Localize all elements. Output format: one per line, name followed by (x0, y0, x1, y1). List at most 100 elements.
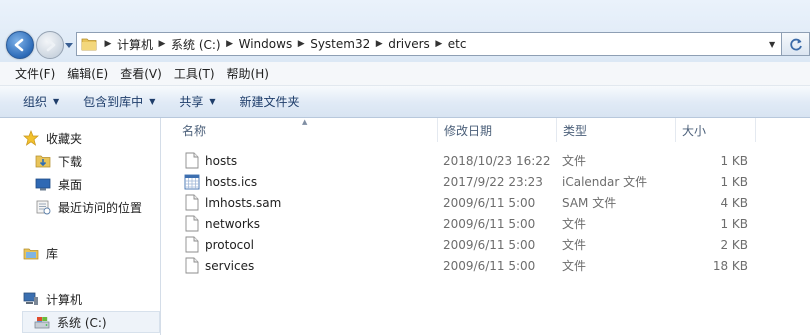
nav-item-label: 计算机 (46, 292, 83, 307)
file-date: 2009/6/11 5:00 (443, 195, 536, 210)
address-bar[interactable]: ▶ 计算机 ▶ 系统 (C:) ▶ Windows ▶ System32 ▶ d… (76, 32, 782, 56)
file-size: 18 KB (712, 258, 748, 273)
breadcrumb-separator-icon[interactable]: ▶ (294, 39, 308, 49)
file-size: 1 KB (720, 153, 748, 168)
column-header-label: 修改日期 (444, 123, 493, 138)
file-type: iCalendar 文件 (562, 175, 648, 189)
file-size: 1 KB (720, 216, 748, 231)
command-bar: 组织 ▼ 包含到库中 ▼ 共享 ▼ 新建文件夹 (0, 86, 810, 118)
forward-button[interactable] (36, 31, 64, 59)
file-name-cell: networks (184, 213, 260, 234)
menu-edit[interactable]: 编辑(E) (62, 65, 113, 82)
file-date: 2009/6/11 5:00 (443, 237, 536, 252)
file-name: services (205, 258, 255, 273)
nav-item-system-drive[interactable]: 系统 (C:) (22, 311, 160, 333)
breadcrumb-etc[interactable]: etc (446, 37, 469, 51)
share-label: 共享 (179, 95, 204, 109)
menu-help[interactable]: 帮助(H) (222, 65, 274, 82)
breadcrumb-drivers[interactable]: drivers (386, 37, 432, 51)
menu-file[interactable]: 文件(F) (10, 65, 60, 82)
calendar-file-icon (184, 174, 200, 190)
file-date: 2009/6/11 5:00 (443, 216, 536, 231)
breadcrumb-separator-icon[interactable]: ▶ (432, 39, 446, 49)
nav-item-label: 下载 (58, 154, 83, 169)
navigation-pane: 收藏夹 下载 桌面 最近访问的位置 库 计算机 系统 (C:) (0, 118, 161, 335)
breadcrumb-separator-icon[interactable]: ▶ (155, 39, 169, 49)
file-date: 2018/10/23 16:22 (443, 153, 551, 168)
share-button[interactable]: 共享 ▼ (171, 93, 223, 110)
file-icon (185, 194, 199, 211)
nav-item-label: 库 (46, 246, 59, 261)
menu-view[interactable]: 查看(V) (115, 65, 167, 82)
back-button[interactable] (6, 31, 34, 59)
table-row[interactable]: hosts.ics 2017/9/22 23:23 iCalendar 文件 1… (162, 171, 810, 192)
file-name: protocol (205, 237, 254, 252)
table-row[interactable]: lmhosts.sam 2009/6/11 5:00 SAM 文件 4 KB (162, 192, 810, 213)
file-icon (185, 236, 199, 253)
column-header-label: 名称 (182, 123, 207, 138)
file-name: hosts (205, 153, 238, 168)
drive-icon (33, 314, 51, 330)
table-row[interactable]: protocol 2009/6/11 5:00 文件 2 KB (162, 234, 810, 255)
file-name-cell: lmhosts.sam (184, 192, 281, 213)
breadcrumb-separator-icon[interactable]: ▶ (223, 39, 237, 49)
breadcrumb-computer[interactable]: 计算机 (115, 36, 155, 53)
file-size: 1 KB (720, 174, 748, 189)
file-name: hosts.ics (205, 174, 258, 189)
file-type: 文件 (562, 217, 587, 231)
table-row[interactable]: hosts 2018/10/23 16:22 文件 1 KB (162, 150, 810, 171)
recent-pages-dropdown-icon[interactable] (64, 40, 74, 50)
menu-tools[interactable]: 工具(T) (169, 65, 220, 82)
downloads-folder-icon (34, 153, 52, 169)
file-size: 4 KB (720, 195, 748, 210)
refresh-icon (790, 38, 802, 51)
file-size: 2 KB (720, 237, 748, 252)
refresh-button[interactable] (782, 32, 810, 56)
nav-item-label: 系统 (C:) (57, 315, 107, 330)
file-type: 文件 (562, 238, 587, 252)
file-icon (185, 215, 199, 232)
file-date: 2017/9/22 23:23 (443, 174, 543, 189)
recent-places-icon (34, 199, 52, 215)
column-header-date-modified[interactable]: 修改日期 (438, 118, 557, 142)
column-header-name[interactable]: 名称 (176, 118, 438, 142)
breadcrumb-separator-icon[interactable]: ▶ (372, 39, 386, 49)
breadcrumb-separator-icon[interactable]: ▶ (101, 39, 115, 49)
file-name-cell: hosts.ics (184, 171, 257, 192)
address-toolbar: ▶ 计算机 ▶ 系统 (C:) ▶ Windows ▶ System32 ▶ d… (0, 0, 810, 62)
table-row[interactable]: services 2009/6/11 5:00 文件 18 KB (162, 255, 810, 276)
breadcrumb-system32[interactable]: System32 (308, 37, 372, 51)
new-folder-button[interactable]: 新建文件夹 (232, 93, 308, 110)
nav-item-computer[interactable]: 计算机 (22, 288, 182, 310)
menu-bar: 文件(F) 编辑(E) 查看(V) 工具(T) 帮助(H) (0, 62, 810, 86)
breadcrumb: ▶ 计算机 ▶ 系统 (C:) ▶ Windows ▶ System32 ▶ d… (101, 36, 468, 53)
file-type: SAM 文件 (562, 196, 617, 210)
file-date: 2009/6/11 5:00 (443, 258, 536, 273)
file-name-cell: hosts (184, 150, 237, 171)
table-row[interactable]: networks 2009/6/11 5:00 文件 1 KB (162, 213, 810, 234)
file-name-cell: protocol (184, 234, 254, 255)
nav-item-favorites[interactable]: 收藏夹 (22, 127, 182, 149)
file-name: networks (205, 216, 260, 231)
column-header-type[interactable]: 类型 (557, 118, 676, 142)
file-list: ▲ 名称 修改日期 类型 大小 hosts 2018/10/23 16:22 文… (162, 118, 810, 335)
column-header-size[interactable]: 大小 (676, 118, 756, 142)
folder-icon (81, 38, 97, 51)
back-arrow-icon (14, 38, 24, 52)
organize-button[interactable]: 组织 ▼ (15, 93, 67, 110)
computer-icon (22, 291, 40, 307)
chevron-down-icon: ▼ (149, 97, 156, 106)
nav-item-label: 桌面 (58, 177, 83, 192)
file-icon (185, 152, 199, 169)
breadcrumb-windows[interactable]: Windows (237, 37, 295, 51)
nav-item-libraries[interactable]: 库 (22, 242, 182, 264)
file-type: 文件 (562, 154, 587, 168)
file-name-cell: services (184, 255, 254, 276)
chevron-down-icon: ▼ (209, 97, 216, 106)
address-dropdown-icon[interactable]: ▼ (769, 40, 775, 49)
nav-item-label: 收藏夹 (46, 131, 83, 146)
include-in-library-button[interactable]: 包含到库中 ▼ (75, 93, 163, 110)
column-header-label: 类型 (563, 123, 588, 138)
breadcrumb-system-drive[interactable]: 系统 (C:) (169, 36, 223, 53)
file-icon (185, 257, 199, 274)
